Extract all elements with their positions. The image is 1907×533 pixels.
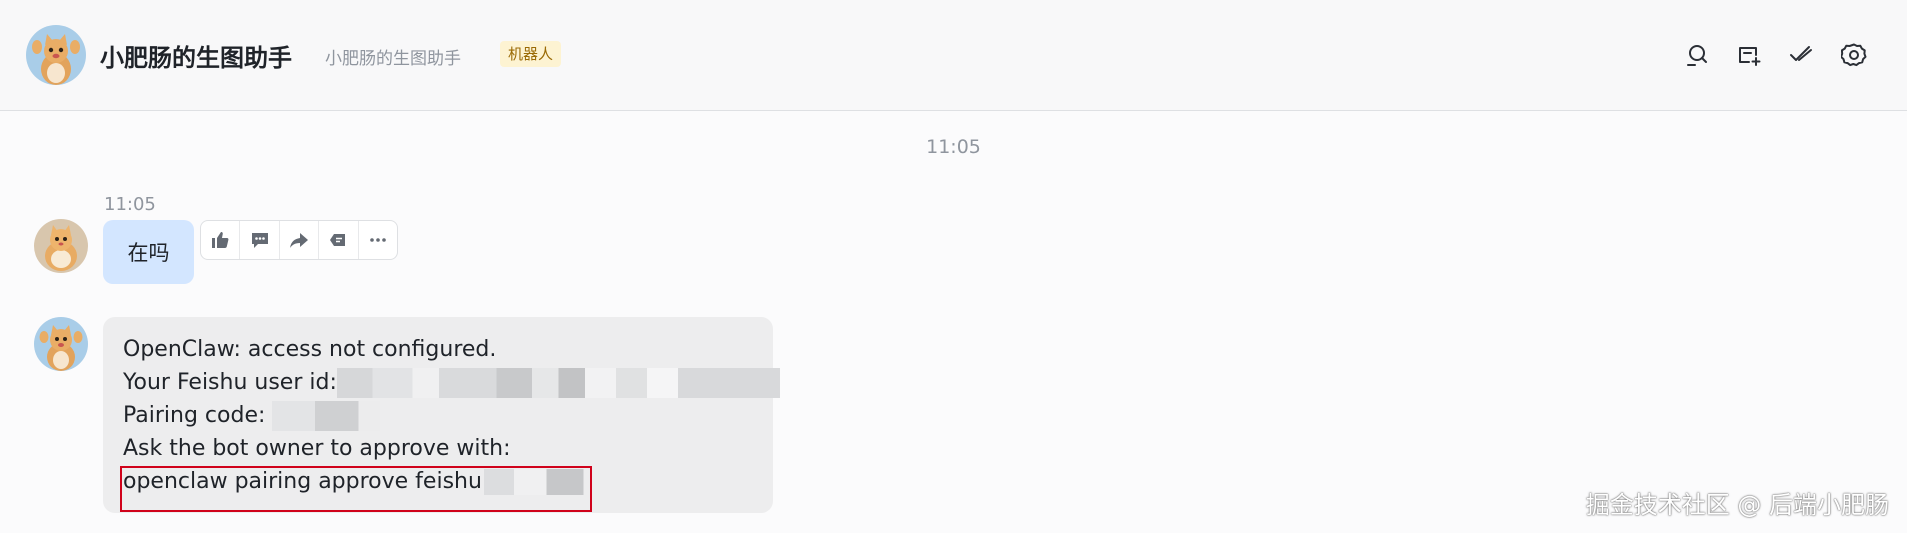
chat-subtitle: 小肥肠的生图助手 (325, 49, 461, 69)
bot-line-user-id: Your Feishu user id: (123, 366, 780, 399)
message-time: 11:05 (104, 194, 156, 215)
bot-message-avatar[interactable] (34, 317, 88, 371)
pairing-code-label: Pairing code: (123, 403, 266, 428)
bot-avatar[interactable] (26, 25, 86, 85)
bot-line-instruction: Ask the bot owner to approve with: (123, 436, 511, 461)
bot-line-status: OpenClaw: access not configured. (123, 337, 497, 362)
search-chat-icon[interactable] (1682, 40, 1712, 70)
task-check-icon[interactable] (1786, 40, 1816, 70)
command-highlight-box (120, 466, 592, 512)
user-message-bubble[interactable]: 在吗 (103, 220, 194, 284)
thumbs-up-icon[interactable] (201, 221, 241, 259)
redacted-user-id (336, 368, 780, 398)
more-icon[interactable] (359, 221, 397, 259)
user-avatar[interactable] (34, 219, 88, 273)
chat-header: 小肥肠的生图助手 小肥肠的生图助手 机器人 (0, 0, 1907, 111)
add-tab-icon[interactable] (1734, 40, 1764, 70)
pin-icon[interactable] (319, 221, 359, 259)
user-message-text: 在吗 (127, 241, 170, 265)
robot-badge: 机器人 (500, 41, 562, 67)
message-action-toolbar (200, 220, 398, 260)
watermark: 掘金技术社区 @ 后端小肥肠 (1585, 491, 1889, 519)
settings-gear-icon[interactable] (1839, 40, 1869, 70)
reply-icon[interactable] (240, 221, 280, 259)
time-divider: 11:05 (926, 136, 981, 158)
redacted-pairing-code (272, 401, 381, 431)
forward-icon[interactable] (280, 221, 320, 259)
chat-title[interactable]: 小肥肠的生图助手 (100, 38, 292, 73)
user-id-label: Your Feishu user id: (123, 370, 337, 395)
bot-line-pairing-code: Pairing code: (123, 399, 753, 432)
